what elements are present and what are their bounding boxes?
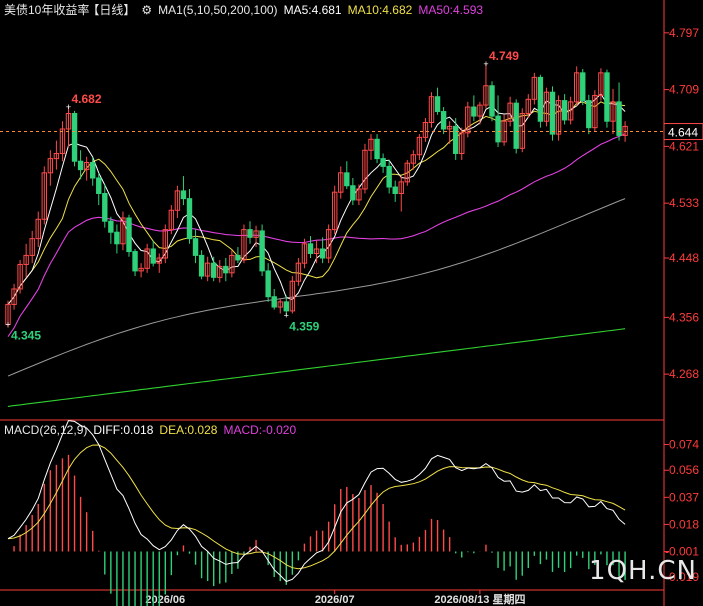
macd-tick-label: 0.056 (669, 463, 699, 477)
candle (186, 198, 193, 240)
macd-header: MACD(26,12,9) DIFF:0.018 DEA:0.028 MACD:-0.… (4, 423, 302, 437)
ma5-value: MA5:4.681 (283, 3, 342, 17)
candle (235, 254, 241, 261)
price-tick-label: 4.621 (669, 139, 699, 153)
candle (344, 172, 350, 187)
candle (453, 125, 459, 154)
extreme-marker: + (66, 102, 71, 112)
extreme-label: 4.682 (72, 92, 102, 106)
candle (108, 220, 114, 233)
candle (150, 248, 156, 264)
macd-tick-label: 0.018 (669, 517, 699, 531)
candle (211, 262, 217, 278)
candle (180, 190, 187, 200)
price-tick-label: 4.797 (669, 26, 699, 40)
ma100-line (7, 198, 626, 377)
price-tick-label: 4.448 (669, 251, 699, 265)
candle (319, 248, 326, 259)
ma50-value: MA50:4.593 (418, 3, 484, 17)
ma10-line (7, 100, 626, 305)
candle (77, 160, 84, 171)
extreme-marker: + (284, 310, 289, 320)
diff-value: DIFF:0.018 (93, 423, 154, 437)
candle (126, 217, 132, 253)
macd-label: MACD(26,12,9) (4, 423, 88, 437)
candle (604, 72, 610, 122)
price-tick-label: 4.356 (669, 310, 699, 324)
extreme-marker: + (483, 59, 488, 69)
candle (259, 230, 265, 272)
extreme-marker: + (5, 319, 10, 329)
period-label[interactable]: 【日线】 (87, 3, 135, 17)
candle (307, 243, 314, 254)
extreme-label: 4.749 (489, 49, 519, 63)
macd-value: MACD:-0.020 (223, 423, 297, 437)
candle (561, 100, 568, 121)
candle (471, 106, 477, 117)
candle (374, 138, 380, 160)
candle (223, 265, 229, 274)
candle (616, 101, 622, 136)
candle (513, 102, 519, 149)
price-tick-label: 4.268 (669, 367, 699, 381)
candle (580, 72, 586, 102)
candle (71, 112, 78, 162)
candle (386, 165, 392, 188)
ma50-line (7, 133, 626, 338)
diff-line (7, 420, 626, 583)
candle (247, 229, 253, 238)
price-tick-label: 4.709 (669, 83, 699, 97)
candle (271, 296, 277, 308)
last-price-label: 4.644 (668, 126, 698, 140)
candle (265, 270, 271, 298)
candle (114, 231, 120, 245)
x-tick-label: 2026/08/13 星期四 (434, 592, 525, 606)
price-chart[interactable]: 4.268 4.356 4.448 4.533 4.621 4.709 4.797 4.644… (0, 0, 703, 606)
x-tick-label: 2026/06 (145, 594, 185, 606)
candle (350, 185, 356, 201)
ma10-value: MA10:4.682 (347, 3, 413, 17)
symbol-name: 美债10年收益率 (4, 3, 90, 17)
dea-value: DEA:0.028 (159, 423, 218, 437)
candle (198, 254, 205, 277)
price-tick-label: 4.533 (669, 196, 699, 210)
ma200-line (7, 328, 626, 407)
candle (586, 100, 592, 129)
candle (132, 251, 138, 272)
gear-icon[interactable]: ⚙ (141, 3, 152, 17)
ma-label: MA1(5,10,50,200,100) (158, 3, 278, 17)
candle (192, 238, 199, 256)
ma5-line (7, 93, 626, 305)
candle (440, 111, 447, 130)
candle (90, 162, 96, 179)
macd-tick-label: 0.037 (669, 490, 699, 504)
watermark: 1QH.CN (589, 556, 697, 586)
candle (489, 85, 495, 117)
candle (102, 192, 108, 222)
extreme-label: 4.359 (289, 319, 319, 333)
candle (434, 96, 441, 113)
macd-tick-label: 0.074 (669, 438, 699, 452)
extreme-label: 4.345 (11, 328, 41, 342)
candle (380, 158, 386, 167)
candle (549, 91, 556, 135)
chart-header: 美债10年收益率【日线】 ⚙ MA1(5,10,50,200,100) MA5:4.6… (4, 3, 489, 17)
candle (96, 177, 102, 194)
candle (495, 115, 501, 143)
candle (537, 76, 544, 122)
x-tick-label: 2026/07 (315, 594, 355, 606)
candle (392, 186, 398, 194)
